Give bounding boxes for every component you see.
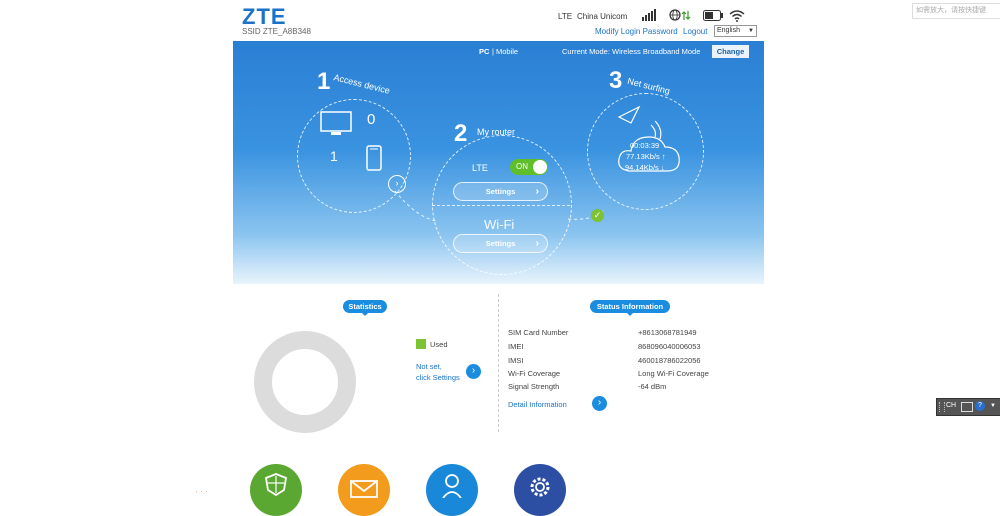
lte-settings-button[interactable]: Settings › xyxy=(453,182,548,201)
logout-link[interactable]: Logout xyxy=(683,27,707,36)
modify-password-link[interactable]: Modify Login Password xyxy=(595,27,678,36)
connection-duration: 00:03:39 xyxy=(630,141,660,150)
status-information-title: Status Information xyxy=(590,300,670,316)
top-bar: ZTE SSID ZTE_A8B348 LTE China Unicom Mod… xyxy=(233,0,764,42)
sms-button[interactable] xyxy=(338,464,390,516)
access-device-circle xyxy=(297,99,411,213)
status-row-label: Wi-Fi Coverage xyxy=(508,369,561,378)
status-row-value: Long Wi-Fi Coverage xyxy=(638,369,709,378)
hero-panel: PC | Mobile Current Mode: Wireless Broad… xyxy=(233,41,764,284)
wifi-label: Wi-Fi xyxy=(484,217,515,232)
toggle-knob xyxy=(533,160,547,174)
phone-icon xyxy=(366,145,382,171)
network-type: LTE xyxy=(558,12,573,21)
chevron-right-icon[interactable]: › xyxy=(388,175,406,193)
settings-icon xyxy=(530,477,550,497)
wifi-icon xyxy=(729,10,745,22)
step-1-number: 1 xyxy=(317,68,331,95)
used-legend-label: Used xyxy=(430,340,448,349)
my-router-label: My router xyxy=(477,127,516,137)
ssid-label: SSID ZTE_A8B348 xyxy=(242,27,311,36)
chevron-right-icon: › xyxy=(535,186,539,197)
input-toolbar[interactable]: CH ? ▼ xyxy=(936,398,1000,416)
battery-icon xyxy=(703,10,723,21)
not-set-text[interactable]: Not set, xyxy=(416,362,442,371)
detail-information-button[interactable]: › xyxy=(592,396,607,411)
lte-toggle[interactable]: ON xyxy=(510,159,548,175)
wifi-device-count: 0 xyxy=(367,111,376,128)
carrier-name: China Unicom xyxy=(577,12,628,21)
info-section: Statistics Used Not set, click Settings … xyxy=(233,284,764,434)
settings-button[interactable] xyxy=(514,464,566,516)
section-divider xyxy=(498,294,499,432)
status-row-value: 868096040006053 xyxy=(638,342,701,351)
step-2-number: 2 xyxy=(454,120,468,147)
monitor-icon xyxy=(320,111,352,135)
download-rate: 94.14Kb/s ↓ xyxy=(625,163,665,172)
user-button[interactable] xyxy=(426,464,478,516)
signal-strength-icon xyxy=(642,9,656,21)
status-row-value: 460018786022056 xyxy=(638,356,701,365)
router-divider xyxy=(432,205,570,206)
sms-icon xyxy=(350,480,378,498)
click-settings-link[interactable]: click Settings xyxy=(416,373,460,382)
status-row-label: SIM Card Number xyxy=(508,328,569,337)
step-3-number: 3 xyxy=(609,67,623,94)
language-indicator: CH xyxy=(946,402,957,409)
chevron-down-icon: ▼ xyxy=(748,28,754,34)
wifi-settings-button[interactable]: Settings › xyxy=(453,234,548,253)
toolbar-grip-icon xyxy=(939,402,945,412)
help-icon[interactable]: ? xyxy=(975,401,985,411)
expand-icon[interactable]: ▼ xyxy=(990,403,996,409)
used-legend-swatch xyxy=(416,339,426,349)
chevron-right-icon: › xyxy=(535,238,539,249)
firewall-icon xyxy=(264,473,288,496)
usage-donut-chart xyxy=(254,331,356,433)
user-icon xyxy=(442,474,462,498)
statistics-settings-button[interactable]: › xyxy=(466,364,481,379)
statistics-title: Statistics xyxy=(343,300,387,316)
status-row-label: Signal Strength xyxy=(508,382,560,391)
status-row-label: IMSI xyxy=(508,356,524,365)
lte-settings-label: Settings xyxy=(485,187,516,196)
upload-rate: 77.13Kb/s ↑ xyxy=(626,152,666,161)
check-icon: ✓ xyxy=(591,209,604,222)
lte-label: LTE xyxy=(472,163,488,173)
status-row-value: +8613068781949 xyxy=(638,328,697,337)
usb-device-count: 1 xyxy=(330,148,338,164)
language-select[interactable]: English ▼ xyxy=(714,25,757,37)
status-row-value: -64 dBm xyxy=(638,382,667,391)
keyboard-icon[interactable] xyxy=(961,402,973,412)
roaming-data-icon xyxy=(669,9,691,21)
zoom-hint: 如需放大，请按快捷键 xyxy=(912,3,1000,19)
router-page: ZTE SSID ZTE_A8B348 LTE China Unicom Mod… xyxy=(233,0,764,516)
status-row-label: IMEI xyxy=(508,342,524,351)
toggle-state: ON xyxy=(516,162,528,171)
firewall-button[interactable] xyxy=(250,464,302,516)
wifi-settings-label: Settings xyxy=(485,239,516,248)
detail-information-link[interactable]: Detail Information xyxy=(508,400,567,409)
language-value: English xyxy=(717,27,740,34)
